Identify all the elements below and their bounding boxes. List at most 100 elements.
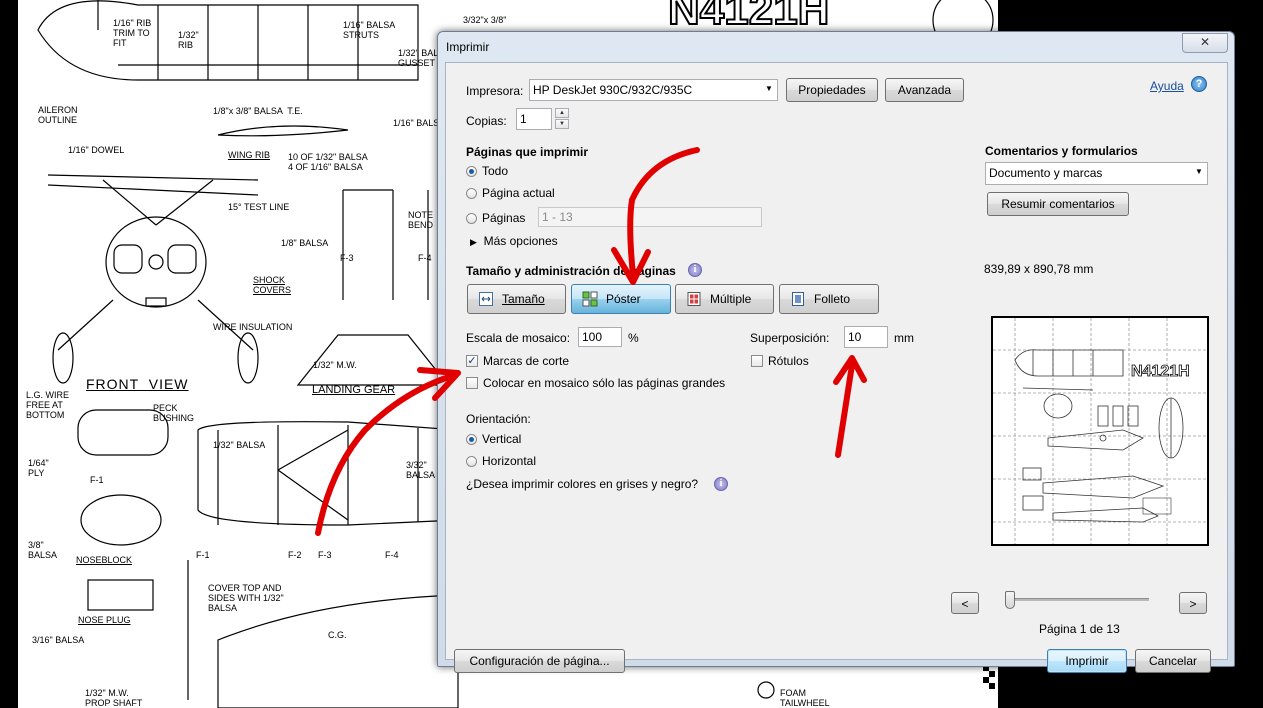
pages-range-label[interactable]: Páginas — [482, 211, 525, 225]
page-slider-track[interactable] — [1009, 598, 1149, 601]
pages-all-label[interactable]: Todo — [482, 164, 508, 178]
bg-label: 15° TEST LINE — [228, 202, 290, 212]
pages-current-radio[interactable] — [466, 188, 477, 199]
print-dialog: Imprimir ✕ Impresora: HP DeskJet 930C/93… — [437, 31, 1235, 673]
page-slider-thumb[interactable] — [1005, 591, 1015, 609]
bg-label: 10 OF 1/32" BALSA 4 OF 1/16" BALSA — [288, 152, 368, 172]
bg-label: 1/8"x 3/8" BALSA T.E. — [213, 106, 303, 116]
overlap-label: Superposición: — [750, 331, 830, 345]
front-view-label: FRONT VIEW — [86, 376, 189, 392]
tile-scale-input[interactable]: 100 — [578, 327, 622, 347]
preview-thumbnail: N4121H — [993, 318, 1207, 544]
mode-size-button[interactable]: Tamaño — [467, 284, 566, 314]
orientation-portrait-radio[interactable] — [466, 434, 477, 445]
bg-label: 1/16" BALSA STRUTS — [343, 20, 396, 40]
mode-booklet-button[interactable]: Folleto — [779, 284, 879, 314]
advanced-button[interactable]: Avanzada — [885, 78, 964, 102]
labels-label[interactable]: Rótulos — [768, 354, 809, 368]
bg-label: WIRE INSULATION — [213, 322, 293, 332]
bg-label: 3/32"x 3/8" — [463, 15, 507, 25]
tile-scale-label: Escala de mosaico: — [466, 331, 571, 345]
bg-label: NOTE BEND — [408, 210, 434, 230]
size-heading: Tamaño y administración de páginas — [466, 264, 676, 278]
grayscale-question: ¿Desea imprimir colores en grises y negr… — [466, 477, 699, 491]
bg-label: PECK BUSHING — [153, 403, 195, 423]
bg-label: 1/16" RIB TRIM TO FIT — [113, 18, 152, 48]
multiple-pages-icon — [687, 292, 701, 306]
orientation-landscape-radio[interactable] — [466, 456, 477, 467]
printer-select[interactable]: HP DeskJet 930C/932C/935C ▼ — [529, 79, 778, 101]
poster-icon — [582, 291, 598, 307]
printer-label: Impresora: — [466, 84, 524, 98]
printer-value: HP DeskJet 930C/932C/935C — [533, 83, 693, 97]
help-icon[interactable]: ? — [1191, 76, 1207, 92]
print-button[interactable]: Imprimir — [1047, 649, 1127, 673]
comments-select[interactable]: Documento y marcas ▼ — [985, 162, 1208, 185]
bg-label: F-4 — [418, 253, 432, 263]
help-link[interactable]: Ayuda — [1150, 79, 1184, 93]
mode-booklet-label: Folleto — [814, 292, 851, 306]
bg-label: FOAM TAILWHEEL — [780, 688, 830, 708]
bg-label: F-4 — [385, 550, 399, 560]
bg-label: 1/64" PLY — [28, 458, 49, 478]
next-page-button[interactable]: > — [1179, 592, 1207, 614]
orientation-portrait-label[interactable]: Vertical — [482, 432, 521, 446]
dialog-title: Imprimir — [446, 40, 490, 54]
pages-range-radio[interactable] — [466, 213, 477, 224]
close-button[interactable]: ✕ — [1182, 33, 1228, 53]
resize-icon — [479, 292, 493, 306]
mode-multiple-label: Múltiple — [710, 292, 752, 306]
bg-label: F-3 — [318, 550, 332, 560]
bg-label: SHOCK COVERS — [253, 275, 292, 295]
cut-marks-label[interactable]: Marcas de corte — [483, 354, 569, 368]
mode-size-label: Tamaño — [502, 292, 545, 306]
bg-label: F-1 — [196, 550, 210, 560]
info-icon[interactable]: i — [688, 263, 702, 277]
copies-down-button[interactable]: ▼ — [555, 119, 569, 129]
bg-label: 1/16" DOWEL — [68, 145, 125, 155]
bg-label: F-1 — [90, 475, 104, 485]
mode-poster-label: Póster — [606, 292, 641, 306]
properties-button[interactable]: Propiedades — [786, 78, 878, 102]
booklet-icon — [792, 292, 804, 306]
prev-page-button[interactable]: < — [951, 592, 979, 614]
copies-up-button[interactable]: ▲ — [555, 108, 569, 118]
tile-scale-unit: % — [628, 331, 639, 345]
mode-multiple-button[interactable]: Múltiple — [675, 284, 774, 314]
page-preview: N4121H — [991, 316, 1209, 546]
bg-label: 1/32" M.W. — [313, 360, 357, 370]
triangle-right-icon: ▶ — [470, 237, 477, 247]
copies-label: Copias: — [466, 114, 507, 128]
bg-label: LANDING GEAR — [312, 384, 396, 396]
bg-label: 3/16" BALSA — [32, 635, 85, 645]
orientation-landscape-label[interactable]: Horizontal — [482, 454, 536, 468]
bg-label: 1/32" M.W. PROP SHAFT — [85, 688, 143, 708]
summarize-comments-button[interactable]: Resumir comentarios — [987, 192, 1129, 216]
registration-mark: N4121H — [667, 0, 830, 34]
bg-label: 1/8" BALSA — [281, 238, 329, 248]
tile-large-label[interactable]: Colocar en mosaico sólo las páginas gran… — [483, 376, 725, 390]
page-setup-button[interactable]: Configuración de página... — [454, 649, 625, 673]
tile-large-checkbox[interactable] — [466, 377, 478, 389]
bg-label: 3/8" BALSA — [28, 540, 58, 560]
cut-marks-checkbox[interactable]: ✓ — [466, 355, 478, 367]
bg-label: NOSEBLOCK — [76, 555, 133, 565]
bg-label: AILERON OUTLINE — [38, 105, 78, 125]
preview-size-label: 839,89 x 890,78 mm — [984, 262, 1094, 276]
mode-poster-button[interactable]: Póster — [571, 284, 671, 314]
overlap-input[interactable]: 10 — [844, 326, 888, 348]
info-icon[interactable]: i — [714, 477, 728, 491]
bg-label: 1/32" BALSA — [213, 440, 266, 450]
overlap-unit: mm — [894, 331, 914, 345]
labels-checkbox[interactable] — [751, 355, 763, 367]
bg-label: F-2 — [288, 550, 302, 560]
more-options-toggle[interactable]: ▶ Más opciones — [470, 234, 558, 248]
pages-range-input[interactable]: 1 - 13 — [538, 207, 762, 227]
pages-current-label[interactable]: Página actual — [482, 186, 555, 200]
cancel-button[interactable]: Cancelar — [1135, 649, 1211, 673]
comments-heading: Comentarios y formularios — [985, 144, 1138, 158]
chevron-down-icon: ▼ — [1195, 167, 1203, 176]
copies-input[interactable]: 1 — [516, 108, 552, 130]
dialog-body: Impresora: HP DeskJet 930C/932C/935C ▼ P… — [445, 62, 1228, 673]
pages-all-radio[interactable] — [466, 166, 477, 177]
